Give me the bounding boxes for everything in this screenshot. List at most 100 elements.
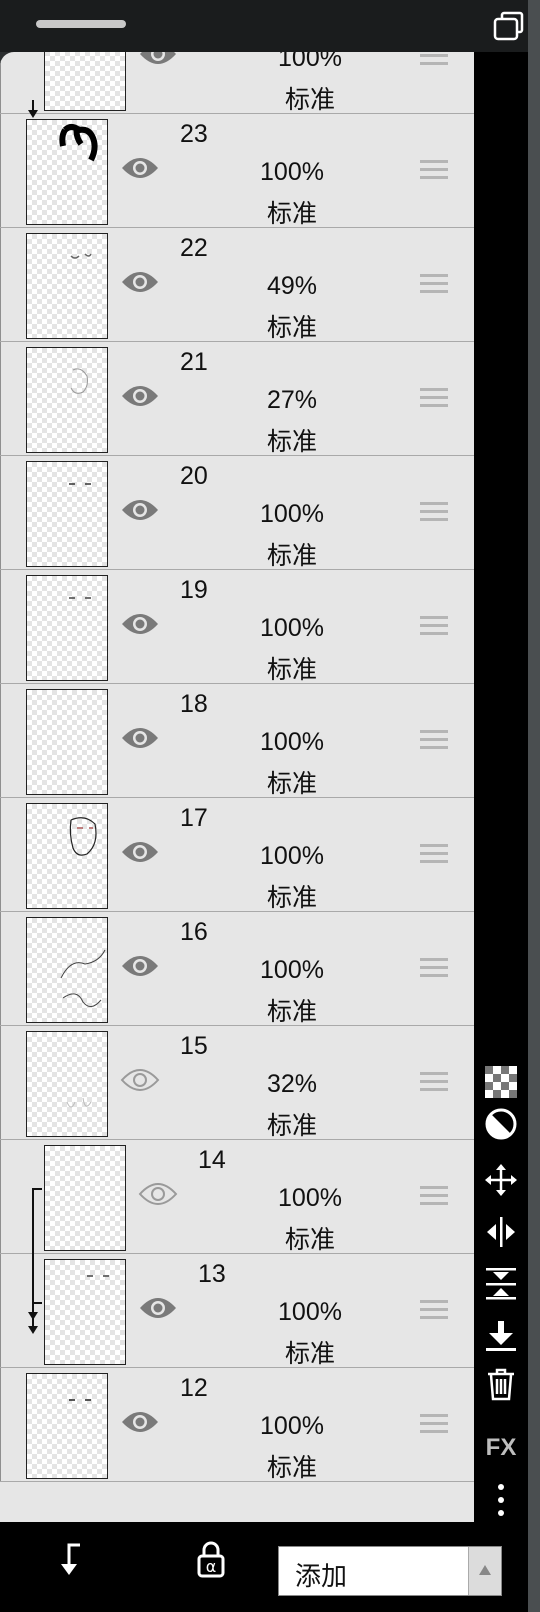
flip-vertical-icon[interactable] (480, 1264, 522, 1304)
merge-down-icon[interactable] (480, 1316, 522, 1356)
eye-icon[interactable] (120, 610, 160, 638)
fx-label: FX (485, 1434, 517, 1461)
layer-left-border (0, 1140, 1, 1253)
layer-row[interactable]: 100% 标准 (0, 52, 474, 114)
layer-row[interactable]: 18 100% 标准 (0, 684, 474, 798)
layer-row[interactable]: 14 100% 标准 (0, 1140, 474, 1254)
layer-number: 19 (180, 576, 208, 604)
drag-handle-icon[interactable] (420, 388, 448, 410)
fx-icon[interactable]: FX (480, 1428, 522, 1468)
layer-opacity: 100% (260, 1412, 324, 1440)
layer-left-border (0, 1026, 1, 1139)
layer-blend-mode: 标准 (266, 314, 317, 342)
clipping-arrow-icon (28, 1326, 38, 1334)
layer-blend-mode: 标准 (266, 428, 317, 456)
flip-horizontal-icon[interactable] (480, 1212, 522, 1252)
layer-row[interactable]: 21 27% 标准 (0, 342, 474, 456)
layer-blend-mode: 标准 (266, 1112, 317, 1140)
layer-row[interactable]: 22 49% 标准 (0, 228, 474, 342)
layer-number: 22 (180, 234, 208, 262)
checker-icon[interactable] (480, 1062, 522, 1102)
layer-row[interactable]: 12 100% 标准 (0, 1368, 474, 1482)
layer-row[interactable]: 17 100% 标准 (0, 798, 474, 912)
layer-opacity: 100% (260, 728, 324, 756)
layer-thumbnail[interactable] (26, 803, 108, 909)
blend-mode-select[interactable]: 添加 (278, 1546, 502, 1596)
drag-handle-icon[interactable] (420, 1300, 448, 1322)
eye-hidden-icon[interactable] (138, 1180, 178, 1208)
layer-thumbnail[interactable] (26, 575, 108, 681)
eye-icon[interactable] (120, 838, 160, 866)
drag-handle[interactable] (36, 20, 126, 28)
drag-handle-icon[interactable] (420, 1186, 448, 1208)
drag-handle-icon[interactable] (420, 274, 448, 296)
layer-blend-mode: 标准 (284, 1340, 335, 1368)
eye-icon[interactable] (138, 52, 178, 68)
popout-window-icon[interactable] (492, 10, 526, 42)
layer-row[interactable]: 16 100% 标准 (0, 912, 474, 1026)
layer-row[interactable]: 15 32% 标准 (0, 1026, 474, 1140)
layer-number: 21 (180, 348, 208, 376)
layer-row[interactable]: 19 100% 标准 (0, 570, 474, 684)
layer-opacity: 100% (260, 158, 324, 186)
layer-panel: 100% 标准 23 100% 标准 22 49% 标准 21 27% 标准 20 100% 标准 19 10… (0, 52, 474, 1522)
layer-thumbnail[interactable] (26, 1031, 108, 1137)
layer-opacity: 100% (278, 52, 342, 72)
eye-icon[interactable] (138, 1294, 178, 1322)
layer-number: 15 (180, 1032, 208, 1060)
drag-handle-icon[interactable] (420, 844, 448, 866)
layer-left-border (0, 912, 1, 1025)
layer-row[interactable]: 23 100% 标准 (0, 114, 474, 228)
drag-handle-icon[interactable] (420, 52, 448, 68)
layer-thumbnail[interactable] (44, 1259, 126, 1365)
drag-handle-icon[interactable] (420, 502, 448, 524)
drag-handle-icon[interactable] (420, 1072, 448, 1094)
layer-thumbnail[interactable] (26, 233, 108, 339)
layer-blend-mode: 标准 (266, 884, 317, 912)
layer-thumbnail[interactable] (44, 1145, 126, 1251)
clipping-line (32, 1188, 34, 1312)
eye-icon[interactable] (120, 1408, 160, 1436)
layer-row[interactable]: 13 100% 标准 (0, 1254, 474, 1368)
eye-icon[interactable] (120, 154, 160, 182)
layer-thumbnail[interactable] (26, 461, 108, 567)
layer-blend-mode: 标准 (266, 998, 317, 1026)
more-vertical-icon[interactable] (480, 1480, 522, 1520)
top-bar (0, 0, 540, 52)
drag-handle-icon[interactable] (420, 958, 448, 980)
eye-icon[interactable] (120, 382, 160, 410)
layer-number: 23 (180, 120, 208, 148)
layer-number: 16 (180, 918, 208, 946)
eye-icon[interactable] (120, 496, 160, 524)
layer-blend-mode: 标准 (266, 656, 317, 684)
layer-thumbnail[interactable] (26, 347, 108, 453)
layer-blend-mode: 标准 (284, 1226, 335, 1254)
trash-icon[interactable] (480, 1364, 522, 1404)
drag-handle-icon[interactable] (420, 730, 448, 752)
layer-row[interactable]: 20 100% 标准 (0, 456, 474, 570)
eye-icon[interactable] (120, 724, 160, 752)
layer-opacity: 100% (260, 500, 324, 528)
drag-handle-icon[interactable] (420, 1414, 448, 1436)
layer-thumbnail[interactable] (26, 119, 108, 225)
layer-thumbnail[interactable] (26, 689, 108, 795)
alpha-lock-icon[interactable]: α (196, 1540, 226, 1578)
move-icon[interactable] (480, 1160, 522, 1200)
layer-left-border (0, 570, 1, 683)
svg-text:α: α (206, 1557, 217, 1576)
layer-thumbnail[interactable] (26, 917, 108, 1023)
eye-icon[interactable] (120, 952, 160, 980)
half-circle-icon[interactable] (480, 1104, 522, 1144)
layer-number: 12 (180, 1374, 208, 1402)
chevron-up-icon[interactable] (468, 1547, 501, 1595)
drag-handle-icon[interactable] (420, 160, 448, 182)
clip-arrow-icon[interactable] (56, 1542, 84, 1578)
eye-hidden-icon[interactable] (120, 1066, 160, 1094)
blend-mode-value: 添加 (295, 1561, 348, 1591)
layer-thumbnail[interactable] (26, 1373, 108, 1479)
layer-blend-mode: 标准 (266, 542, 317, 570)
layer-thumbnail[interactable] (44, 52, 126, 111)
eye-icon[interactable] (120, 268, 160, 296)
layer-opacity: 100% (260, 614, 324, 642)
drag-handle-icon[interactable] (420, 616, 448, 638)
